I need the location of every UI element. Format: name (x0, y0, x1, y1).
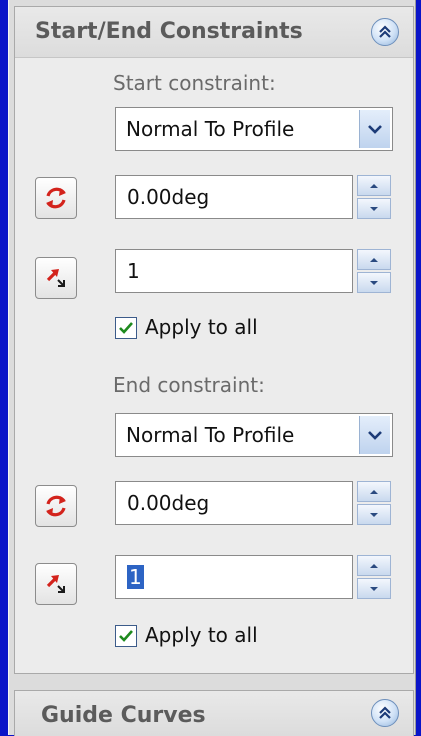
spin-down-icon (370, 586, 378, 591)
end-angle-direction-button[interactable] (35, 485, 77, 527)
spin-down-button[interactable] (357, 272, 391, 293)
end-draft-angle-input[interactable]: 0.00deg (115, 481, 353, 525)
end-constraint-value: Normal To Profile (126, 423, 295, 447)
spin-up-button[interactable] (357, 175, 391, 196)
end-draft-angle-spinner (357, 481, 391, 525)
panel-header[interactable]: Start/End Constraints (15, 7, 413, 58)
double-chevron-up-icon (379, 25, 391, 38)
start-draft-angle-input[interactable]: 0.00deg (115, 175, 353, 219)
start-angle-direction-button[interactable] (35, 177, 77, 219)
spin-up-button[interactable] (357, 555, 391, 576)
spin-down-icon (370, 206, 378, 211)
spin-up-icon (370, 183, 378, 188)
tangent-length-icon (46, 575, 65, 593)
checkmark-icon (119, 630, 133, 642)
start-tangent-length-value: 1 (127, 259, 140, 283)
spin-down-icon (370, 280, 378, 285)
end-draft-angle-value: 0.00deg (127, 491, 210, 515)
checkmark-icon (119, 322, 133, 334)
spin-up-button[interactable] (357, 249, 391, 270)
spin-down-button[interactable] (357, 504, 391, 525)
spin-down-icon (370, 512, 378, 517)
end-constraint-label: End constraint: (113, 373, 265, 397)
collapse-panel-button[interactable] (371, 18, 399, 46)
tangent-length-icon (46, 269, 65, 287)
start-draft-angle-value: 0.00deg (127, 185, 210, 209)
start-constraint-value: Normal To Profile (126, 117, 295, 141)
start-constraint-dropdown[interactable]: Normal To Profile (115, 107, 393, 151)
guide-curves-title: Guide Curves (41, 703, 206, 728)
end-constraint-dropdown[interactable]: Normal To Profile (115, 413, 393, 457)
rotate-arrows-icon (46, 187, 66, 209)
start-constraint-dropdown-arrow[interactable] (359, 110, 390, 148)
spin-down-button[interactable] (357, 578, 391, 599)
end-tangent-length-input[interactable]: 1 (115, 555, 353, 599)
panel-title: Start/End Constraints (35, 19, 303, 44)
chevron-down-icon (368, 125, 382, 134)
end-tangent-length-button[interactable] (35, 563, 77, 605)
rotate-arrows-icon (46, 495, 66, 517)
end-constraint-dropdown-arrow[interactable] (359, 416, 390, 454)
end-apply-to-all-label: Apply to all (145, 623, 258, 647)
start-tangent-length-button[interactable] (35, 257, 77, 299)
start-tangent-length-spinner (357, 249, 391, 293)
chevron-down-icon (368, 431, 382, 440)
end-tangent-length-value: 1 (127, 565, 144, 589)
end-apply-to-all-checkbox[interactable] (115, 625, 137, 647)
start-apply-to-all-checkbox[interactable] (115, 317, 137, 339)
spin-up-icon (370, 257, 378, 262)
end-tangent-length-spinner (357, 555, 391, 599)
start-apply-to-all-label: Apply to all (145, 315, 258, 339)
start-end-constraints-panel: Start/End Constraints Start constraint: … (14, 6, 414, 674)
guide-curves-panel[interactable]: Guide Curves (14, 690, 414, 736)
start-constraint-label: Start constraint: (113, 71, 276, 95)
start-draft-angle-spinner (357, 175, 391, 219)
spin-up-button[interactable] (357, 481, 391, 502)
double-chevron-up-icon (379, 706, 391, 719)
spin-down-button[interactable] (357, 198, 391, 219)
spin-up-icon (370, 563, 378, 568)
spin-up-icon (370, 489, 378, 494)
guide-curves-collapse-button[interactable] (371, 699, 399, 727)
start-tangent-length-input[interactable]: 1 (115, 249, 353, 293)
